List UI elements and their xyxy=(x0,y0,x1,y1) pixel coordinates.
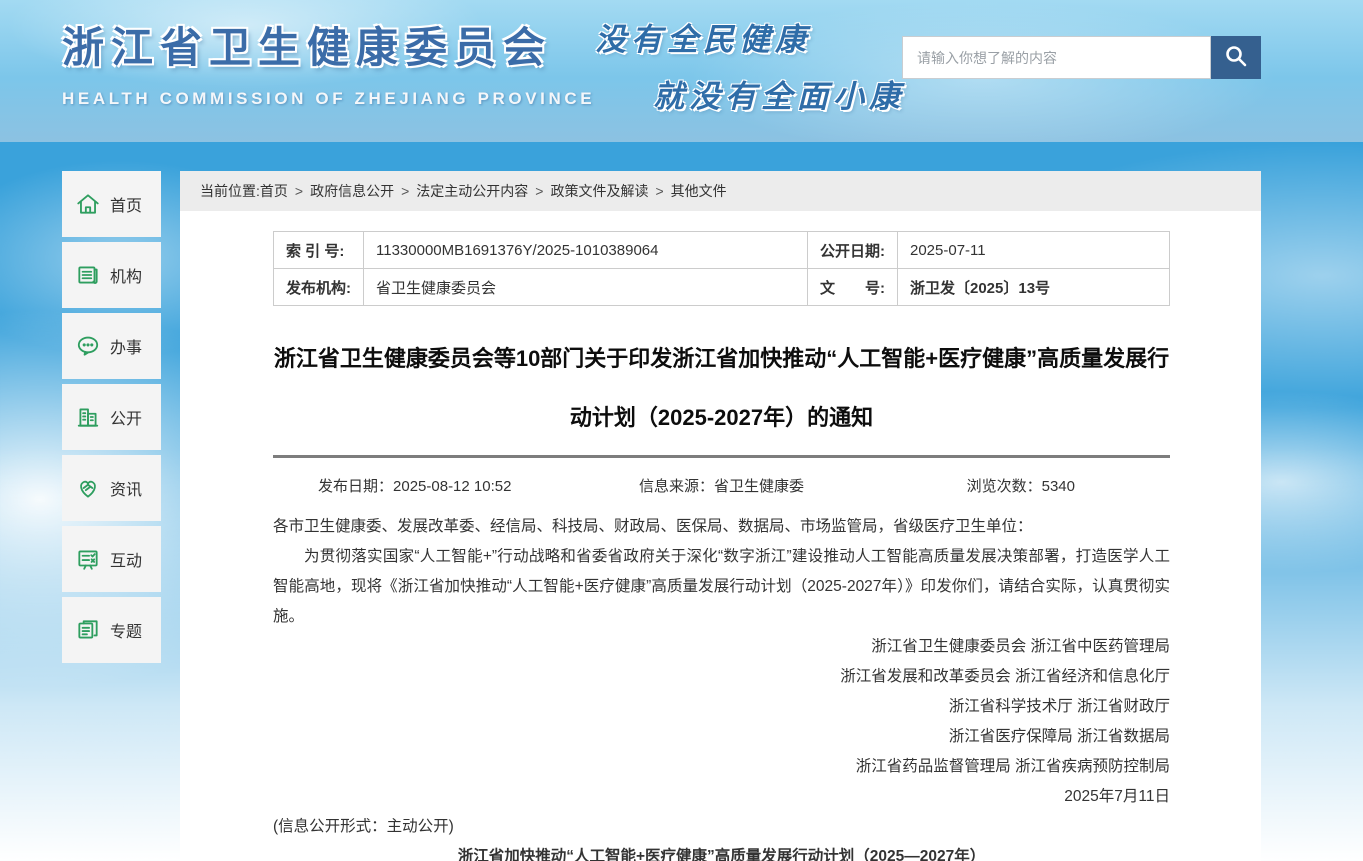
breadcrumb-item-statutory[interactable]: 法定主动公开内容 xyxy=(416,181,528,201)
signature-line: 浙江省卫生健康委员会 浙江省中医药管理局 xyxy=(273,632,1170,662)
breadcrumb-item-gov-info[interactable]: 政府信息公开 xyxy=(310,181,394,201)
breadcrumb-item-other-docs[interactable]: 其他文件 xyxy=(671,181,727,201)
home-icon xyxy=(75,191,101,217)
publish-datetime-label: 发布日期： xyxy=(318,478,393,495)
breadcrumb-separator: > xyxy=(295,183,303,199)
breadcrumb-item-policy-docs[interactable]: 政策文件及解读 xyxy=(550,181,648,201)
sidebar-item-interaction[interactable]: 互动 xyxy=(62,526,161,592)
document-info-table: 索 引 号: 11330000MB1691376Y/2025-101038906… xyxy=(273,231,1170,306)
stacked-docs-icon xyxy=(75,617,101,643)
site-slogan: 没有全民健康 就没有全面小康 xyxy=(595,14,905,116)
slogan-line-1: 没有全民健康 xyxy=(595,14,905,59)
sidebar-item-label: 资讯 xyxy=(110,476,142,500)
publish-date-label: 公开日期: xyxy=(808,232,898,269)
signature-line: 浙江省药品监督管理局 浙江省疾病预防控制局 xyxy=(273,752,1170,782)
slogan-line-2: 就没有全面小康 xyxy=(653,71,905,116)
search-icon xyxy=(1223,43,1249,72)
publish-date-value: 2025-07-11 xyxy=(898,232,1170,269)
breadcrumb-prefix: 当前位置: xyxy=(200,181,260,201)
sidebar-item-disclosure[interactable]: 公开 xyxy=(62,384,161,450)
body-paragraph: 为贯彻落实国家“人工智能+”行动战略和省委省政府关于深化“数字浙江”建设推动人工… xyxy=(273,542,1170,632)
sidebar-item-label: 专题 xyxy=(110,618,142,642)
article-title: 浙江省卫生健康委员会等10部门关于印发浙江省加快推动“人工智能+医疗健康”高质量… xyxy=(273,329,1170,447)
main-content: 当前位置:首页 > 政府信息公开 > 法定主动公开内容 > 政策文件及解读 > … xyxy=(180,171,1261,861)
index-number-value: 11330000MB1691376Y/2025-1010389064 xyxy=(364,232,808,269)
source-label: 信息来源： xyxy=(639,478,714,495)
heart-handshake-icon xyxy=(75,475,101,501)
publish-datetime-value: 2025-08-12 10:52 xyxy=(393,478,511,495)
attachment-title: 浙江省加快推动“人工智能+医疗健康”高质量发展行动计划（2025—2027年） xyxy=(273,842,1170,861)
breadcrumb-item-home[interactable]: 首页 xyxy=(260,181,288,201)
index-number-label: 索 引 号: xyxy=(274,232,364,269)
sidebar-item-label: 办事 xyxy=(110,334,142,358)
sidebar-item-news[interactable]: 资讯 xyxy=(62,455,161,521)
article-meta: 发布日期：2025-08-12 10:52 信息来源：省卫生健康委 浏览次数：5… xyxy=(273,475,1170,496)
views-label: 浏览次数： xyxy=(967,478,1042,495)
sidebar-nav: 首页 机构 办事 公开 xyxy=(62,171,161,668)
signature-line: 浙江省科学技术厅 浙江省财政厅 xyxy=(273,692,1170,722)
doc-number-label: 文 号: xyxy=(808,269,898,306)
breadcrumb-separator: > xyxy=(401,183,409,199)
sidebar-item-label: 机构 xyxy=(110,263,142,287)
org-document-icon xyxy=(75,262,101,288)
search-button[interactable] xyxy=(1211,36,1261,79)
title-divider xyxy=(273,455,1170,458)
table-row: 索 引 号: 11330000MB1691376Y/2025-101038906… xyxy=(274,232,1170,269)
breadcrumb-separator: > xyxy=(655,183,663,199)
breadcrumb: 当前位置:首页 > 政府信息公开 > 法定主动公开内容 > 政策文件及解读 > … xyxy=(180,171,1261,211)
building-icon xyxy=(75,404,101,430)
sidebar-item-label: 公开 xyxy=(110,405,142,429)
issuing-agency-label: 发布机构: xyxy=(274,269,364,306)
search-input[interactable] xyxy=(902,36,1211,79)
salutation-paragraph: 各市卫生健康委、发展改革委、经信局、科技局、财政局、医保局、数据局、市场监管局，… xyxy=(273,512,1170,542)
site-title-english: HEALTH COMMISSION OF ZHEJIANG PROVINCE xyxy=(62,89,595,109)
site-title-chinese: 浙江省卫生健康委员会 xyxy=(62,14,595,75)
sidebar-item-home[interactable]: 首页 xyxy=(62,171,161,237)
sidebar-item-label: 互动 xyxy=(110,547,142,571)
sidebar-item-services[interactable]: 办事 xyxy=(62,313,161,379)
views-value: 5340 xyxy=(1042,478,1075,495)
sidebar-item-organization[interactable]: 机构 xyxy=(62,242,161,308)
search-bar xyxy=(902,36,1261,79)
breadcrumb-separator: > xyxy=(535,183,543,199)
disclosure-note: (信息公开形式：主动公开) xyxy=(273,812,1170,842)
source-value: 省卫生健康委 xyxy=(714,478,804,495)
signature-line: 浙江省医疗保障局 浙江省数据局 xyxy=(273,722,1170,752)
article-body: 各市卫生健康委、发展改革委、经信局、科技局、财政局、医保局、数据局、市场监管局，… xyxy=(273,512,1170,861)
form-board-icon xyxy=(75,546,101,572)
issuing-agency-value: 省卫生健康委员会 xyxy=(364,269,808,306)
site-header: 浙江省卫生健康委员会 HEALTH COMMISSION OF ZHEJIANG… xyxy=(0,0,1363,142)
sidebar-item-topics[interactable]: 专题 xyxy=(62,597,161,663)
sidebar-item-label: 首页 xyxy=(110,192,142,216)
signature-line: 浙江省发展和改革委员会 浙江省经济和信息化厅 xyxy=(273,662,1170,692)
chat-bubble-icon xyxy=(75,333,101,359)
doc-number-value: 浙卫发〔2025〕13号 xyxy=(898,269,1170,306)
site-logo[interactable]: 浙江省卫生健康委员会 HEALTH COMMISSION OF ZHEJIANG… xyxy=(62,14,595,109)
table-row: 发布机构: 省卫生健康委员会 文 号: 浙卫发〔2025〕13号 xyxy=(274,269,1170,306)
signature-date: 2025年7月11日 xyxy=(273,782,1170,812)
